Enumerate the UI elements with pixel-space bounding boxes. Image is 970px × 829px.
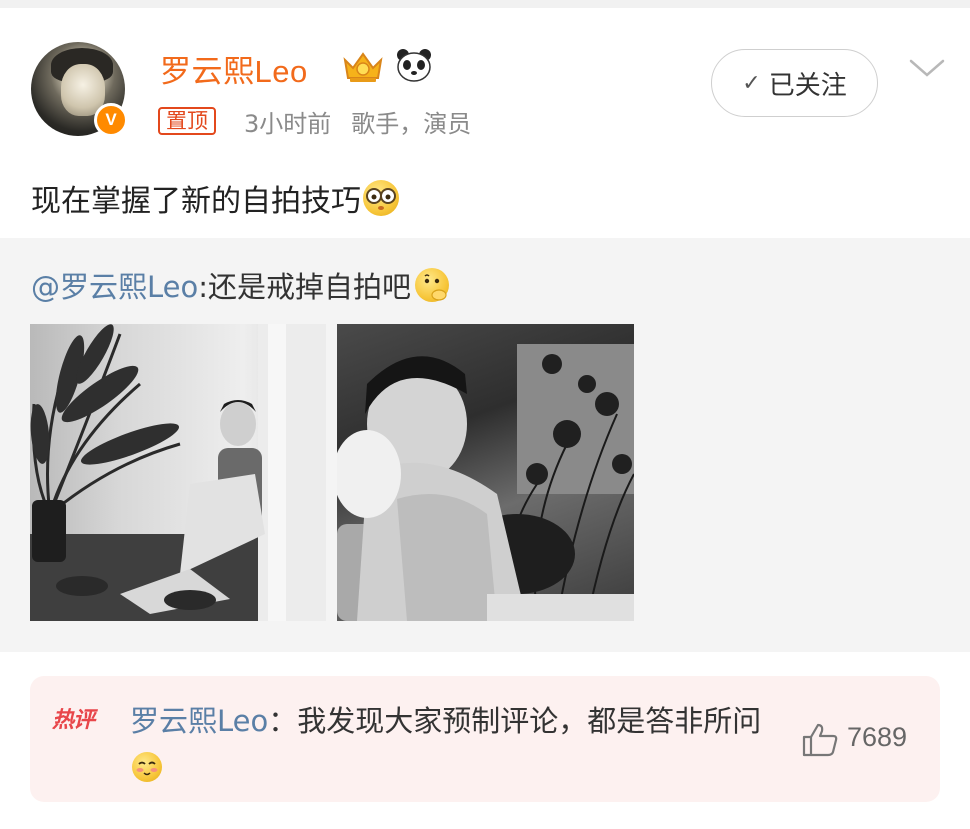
chevron-down-icon[interactable] <box>907 56 947 80</box>
verified-v-icon: V <box>94 103 128 137</box>
check-icon: ✓ <box>742 70 761 96</box>
repost-text: :还是戒掉自拍吧 <box>198 270 412 304</box>
photo-1[interactable] <box>30 324 326 621</box>
hot-comment: 罗云熙Leo：我发现大家预制评论，都是答非所问 <box>130 698 770 790</box>
comment-author[interactable]: 罗云熙Leo <box>130 704 268 738</box>
crown-icon[interactable] <box>341 48 385 84</box>
comment-text: ：我发现大家预制评论，都是答非所问 <box>268 704 762 738</box>
panda-icon[interactable] <box>394 47 434 83</box>
thumbs-up-icon[interactable] <box>801 722 839 758</box>
thinking-emoji-icon <box>415 268 450 302</box>
like-count[interactable]: 7689 <box>847 722 907 753</box>
post-meta: 3小时前 歌手，演员 <box>244 104 471 139</box>
post-author-name[interactable]: 罗云熙Leo <box>160 46 308 91</box>
hot-comment-label: 热评 <box>52 692 113 734</box>
repost-mention[interactable]: @罗云熙Leo <box>31 264 198 306</box>
pinned-badge: 置顶 <box>158 107 216 135</box>
post-text: 现在掌握了新的自拍技巧 <box>31 184 361 219</box>
post-time: 3小时前 <box>244 110 332 138</box>
glasses-emoji-icon <box>363 180 399 216</box>
photo-2[interactable] <box>337 324 634 621</box>
post-content: 现在掌握了新的自拍技巧 <box>31 176 399 220</box>
shy-emoji-icon <box>132 752 162 782</box>
follow-button[interactable]: ✓ 已关注 <box>711 49 878 117</box>
follow-label: 已关注 <box>768 70 847 101</box>
author-bio: 歌手，演员 <box>351 110 472 138</box>
repost-content: @罗云熙Leo :还是戒掉自拍吧 <box>31 264 450 306</box>
top-divider <box>0 0 970 8</box>
